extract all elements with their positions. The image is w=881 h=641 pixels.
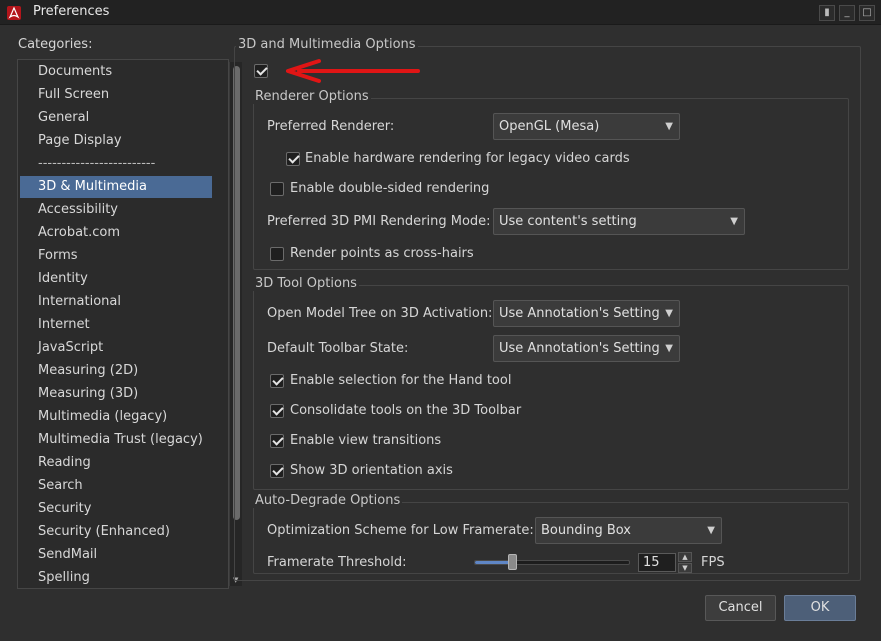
framerate-slider-track[interactable] <box>474 560 630 565</box>
category-item-internet[interactable]: Internet <box>20 314 212 336</box>
minimize-icon[interactable]: _ <box>839 5 855 21</box>
pmi-mode-select[interactable]: Use content's setting ▼ <box>493 208 745 235</box>
hand-tool-checkbox[interactable] <box>270 374 284 388</box>
preferred-renderer-select[interactable]: OpenGL (Mesa) ▼ <box>493 113 680 140</box>
category-item-spelling[interactable]: Spelling <box>20 567 212 589</box>
model-tree-select[interactable]: Use Annotation's Setting ▼ <box>493 300 680 327</box>
red-arrow-annotation <box>286 59 420 83</box>
categories-list[interactable]: Documents Full Screen General Page Display -… <box>17 59 242 589</box>
framerate-spinbox[interactable]: 15 <box>638 553 676 572</box>
hw-legacy-label: Enable hardware rendering for legacy vid… <box>305 151 630 166</box>
model-tree-label: Open Model Tree on 3D Activation: <box>267 306 493 321</box>
consolidate-label: Consolidate tools on the 3D Toolbar <box>290 403 522 418</box>
3d-multimedia-title: 3D and Multimedia Options <box>236 37 418 52</box>
hw-legacy-checkbox[interactable] <box>286 152 300 166</box>
tool-options-title: 3D Tool Options <box>253 276 359 291</box>
category-item-identity[interactable]: Identity <box>20 268 212 290</box>
category-item-multimedia-legacy[interactable]: Multimedia (legacy) <box>20 406 212 428</box>
category-item-javascript[interactable]: JavaScript <box>20 337 212 359</box>
fps-label: FPS <box>701 555 725 570</box>
category-item-measuring-2d[interactable]: Measuring (2D) <box>20 360 212 382</box>
double-sided-checkbox[interactable] <box>270 182 284 196</box>
category-item-page-display[interactable]: Page Display <box>20 130 212 152</box>
category-item-search[interactable]: Search <box>20 475 212 497</box>
category-item-sendmail[interactable]: SendMail <box>20 544 212 566</box>
optimization-scheme-select[interactable]: Bounding Box ▼ <box>535 517 722 544</box>
category-item-accessibility[interactable]: Accessibility <box>20 199 212 221</box>
category-item-documents[interactable]: Documents <box>20 61 212 83</box>
hand-tool-label: Enable selection for the Hand tool <box>290 373 512 388</box>
categories-label: Categories: <box>18 37 93 52</box>
chevron-down-icon: ▼ <box>707 525 715 536</box>
auto-degrade-title: Auto-Degrade Options <box>253 493 403 508</box>
chevron-down-icon: ▼ <box>730 216 738 227</box>
category-item-3d-multimedia[interactable]: 3D & Multimedia <box>20 176 212 198</box>
view-transitions-label: Enable view transitions <box>290 433 442 448</box>
framerate-slider-handle[interactable] <box>508 554 517 570</box>
spin-up-icon[interactable]: ▲ <box>678 552 692 562</box>
crosshairs-checkbox[interactable] <box>270 247 284 261</box>
ok-button[interactable]: OK <box>784 595 856 621</box>
toolbar-state-select[interactable]: Use Annotation's Setting ▼ <box>493 335 680 362</box>
category-item-acrobat-com[interactable]: Acrobat.com <box>20 222 212 244</box>
framerate-spin-buttons: ▲ ▼ <box>678 552 692 573</box>
category-item-reading[interactable]: Reading <box>20 452 212 474</box>
category-item-forms[interactable]: Forms <box>20 245 212 267</box>
orientation-axis-checkbox[interactable] <box>270 464 284 478</box>
close-icon[interactable]: □ <box>859 5 875 21</box>
framerate-slider-fill <box>475 561 512 564</box>
window-title: Preferences <box>33 4 110 19</box>
category-item-security-enhanced[interactable]: Security (Enhanced) <box>20 521 212 543</box>
category-item-security[interactable]: Security <box>20 498 212 520</box>
cancel-button[interactable]: Cancel <box>705 595 776 621</box>
category-item-full-screen[interactable]: Full Screen <box>20 84 212 106</box>
category-separator: ------------------------- <box>38 156 156 171</box>
category-item-general[interactable]: General <box>20 107 212 129</box>
pdf-app-icon <box>7 6 21 20</box>
chevron-down-icon: ▼ <box>665 308 673 319</box>
restore-icon[interactable]: ▮ <box>819 5 835 21</box>
framerate-threshold-label: Framerate Threshold: <box>267 555 407 570</box>
orientation-axis-label: Show 3D orientation axis <box>290 463 453 478</box>
pmi-mode-label: Preferred 3D PMI Rendering Mode: <box>267 214 491 229</box>
spin-down-icon[interactable]: ▼ <box>678 563 692 573</box>
chevron-down-icon: ▼ <box>665 121 673 132</box>
crosshairs-label: Render points as cross-hairs <box>290 246 474 261</box>
category-item-multimedia-trust-legacy[interactable]: Multimedia Trust (legacy) <box>20 429 212 451</box>
view-transitions-checkbox[interactable] <box>270 434 284 448</box>
preferred-renderer-label: Preferred Renderer: <box>267 119 395 134</box>
category-item-measuring-3d[interactable]: Measuring (3D) <box>20 383 212 405</box>
optimization-scheme-label: Optimization Scheme for Low Framerate: <box>267 523 534 538</box>
double-sided-label: Enable double-sided rendering <box>290 181 490 196</box>
consolidate-checkbox[interactable] <box>270 404 284 418</box>
renderer-options-title: Renderer Options <box>253 89 371 104</box>
category-item-international[interactable]: International <box>20 291 212 313</box>
enable-3d-checkbox[interactable] <box>254 64 268 78</box>
toolbar-state-label: Default Toolbar State: <box>267 341 409 356</box>
framerate-value: 15 <box>643 555 660 570</box>
chevron-down-icon: ▼ <box>665 343 673 354</box>
title-bar: Preferences ▮ _ □ <box>0 0 881 25</box>
